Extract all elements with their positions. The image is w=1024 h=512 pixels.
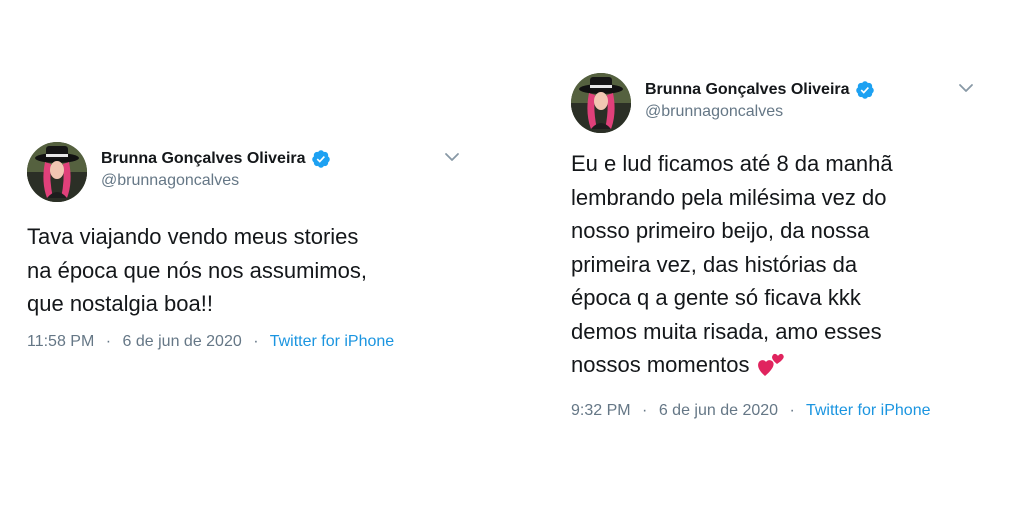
display-name[interactable]: Brunna Gonçalves Oliveira: [101, 150, 306, 168]
tweet-date[interactable]: 6 de jun de 2020: [123, 333, 242, 350]
two-hearts-emoji-icon: [756, 350, 786, 388]
meta-separator: ·: [642, 401, 648, 419]
display-name-row: Brunna Gonçalves Oliveira: [645, 79, 875, 101]
verified-badge-icon: [855, 80, 875, 100]
source-link[interactable]: Twitter for iPhone: [270, 333, 395, 350]
meta-separator: ·: [105, 332, 112, 350]
source-link[interactable]: Twitter for iPhone: [806, 402, 931, 419]
handle[interactable]: @brunnagoncalves: [101, 172, 331, 190]
avatar[interactable]: [27, 142, 87, 202]
tweet-text: Eu e lud ficamos até 8 da manhã lembrand…: [571, 147, 981, 388]
screenshot-canvas: Brunna Gonçalves Oliveira @brunnagoncalv…: [0, 0, 1024, 512]
verified-badge-icon: [311, 149, 331, 169]
author-block: Brunna Gonçalves Oliveira @brunnagoncalv…: [101, 148, 331, 190]
display-name-row: Brunna Gonçalves Oliveira: [101, 148, 331, 170]
tweet-header: Brunna Gonçalves Oliveira @brunnagoncalv…: [27, 142, 467, 202]
handle[interactable]: @brunnagoncalves: [645, 103, 875, 121]
display-name[interactable]: Brunna Gonçalves Oliveira: [645, 81, 850, 99]
tweet-header: Brunna Gonçalves Oliveira @brunnagoncalv…: [571, 73, 981, 133]
tweet-time[interactable]: 11:58 PM: [27, 333, 94, 350]
author-block: Brunna Gonçalves Oliveira @brunnagoncalv…: [645, 79, 875, 121]
tweet-meta: 9:32 PM · 6 de jun de 2020 · Twitter for…: [571, 402, 981, 420]
tweet-date[interactable]: 6 de jun de 2020: [659, 402, 778, 419]
meta-separator: ·: [789, 401, 795, 419]
tweet-card: Brunna Gonçalves Oliveira @brunnagoncalv…: [27, 142, 467, 351]
tweet-text: Tava viajando vendo meus stories na époc…: [27, 224, 367, 316]
tweet-card: Brunna Gonçalves Oliveira @brunnagoncalv…: [571, 73, 981, 420]
meta-separator: ·: [253, 332, 259, 350]
chevron-down-icon[interactable]: [957, 79, 975, 97]
tweet-text-body: Eu e lud ficamos até 8 da manhã lembrand…: [571, 151, 893, 377]
tweet-time[interactable]: 9:32 PM: [571, 402, 631, 419]
tweet-meta: 11:58 PM · 6 de jun de 2020 · Twitter fo…: [27, 333, 467, 351]
chevron-down-icon[interactable]: [443, 148, 461, 166]
avatar[interactable]: [571, 73, 631, 133]
